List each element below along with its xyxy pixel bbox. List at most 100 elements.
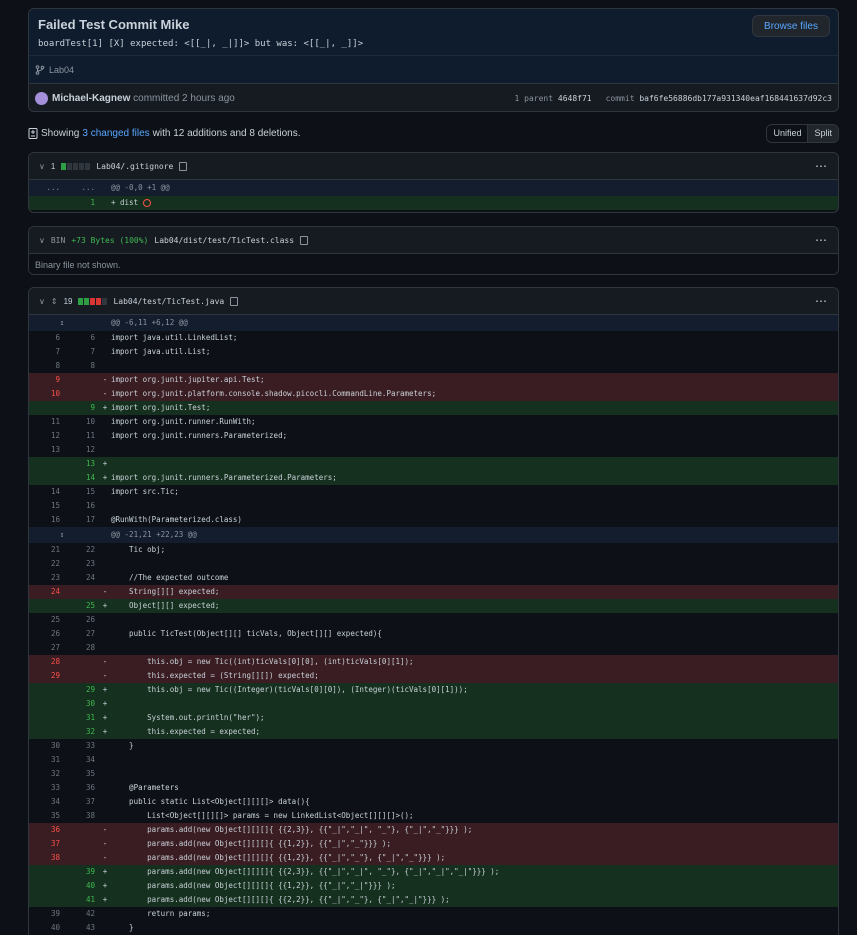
new-line-number[interactable]: 9: [64, 401, 99, 415]
new-line-number[interactable]: 10: [64, 415, 99, 429]
chevron-down-icon[interactable]: ∨: [39, 236, 45, 245]
old-line-number[interactable]: 30: [29, 739, 64, 753]
copy-icon[interactable]: [300, 235, 309, 245]
old-line-number[interactable]: 40: [29, 921, 64, 935]
new-line-number[interactable]: 17: [64, 513, 99, 527]
old-line-number[interactable]: 23: [29, 571, 64, 585]
new-line-number[interactable]: 12: [64, 443, 99, 457]
branch-name[interactable]: Lab04: [49, 65, 74, 75]
new-line-number[interactable]: [64, 823, 99, 837]
new-line-number[interactable]: 36: [64, 781, 99, 795]
old-line-number[interactable]: 33: [29, 781, 64, 795]
new-line-number[interactable]: 39: [64, 865, 99, 879]
old-line-number[interactable]: [29, 865, 64, 879]
old-line-number[interactable]: [29, 457, 64, 471]
new-line-number[interactable]: 42: [64, 907, 99, 921]
new-line-number[interactable]: 15: [64, 485, 99, 499]
split-button[interactable]: Split: [807, 124, 838, 142]
old-line-number[interactable]: 28: [29, 655, 64, 669]
avatar[interactable]: [35, 91, 48, 105]
expand-all-icon[interactable]: ⇕: [51, 297, 58, 306]
copy-icon[interactable]: [179, 161, 188, 171]
new-line-number[interactable]: 6: [64, 331, 99, 345]
new-line-number[interactable]: 7: [64, 345, 99, 359]
old-line-number[interactable]: 7: [29, 345, 64, 359]
unified-button[interactable]: Unified: [767, 124, 808, 142]
old-line-number[interactable]: 22: [29, 557, 64, 571]
changed-files-link[interactable]: 3 changed files: [82, 128, 149, 139]
old-line-number[interactable]: 27: [29, 641, 64, 655]
old-line-number[interactable]: 8: [29, 359, 64, 373]
file-name[interactable]: Lab04/.gitignore: [96, 162, 173, 171]
old-line-number[interactable]: [29, 711, 64, 725]
new-line-number[interactable]: [64, 669, 99, 683]
old-line-number[interactable]: 11: [29, 415, 64, 429]
old-line-number[interactable]: 36: [29, 823, 64, 837]
old-line-number[interactable]: 34: [29, 795, 64, 809]
old-line-number[interactable]: [29, 683, 64, 697]
old-line-number[interactable]: 6: [29, 331, 64, 345]
author-name[interactable]: Michael-Kagnew: [52, 93, 130, 104]
old-line-number[interactable]: 26: [29, 627, 64, 641]
new-line-number[interactable]: [64, 851, 99, 865]
old-line-number[interactable]: 35: [29, 809, 64, 823]
more-options-icon[interactable]: ⋯: [815, 233, 828, 247]
parent-sha[interactable]: 4648f71: [558, 94, 592, 103]
old-line-number[interactable]: [29, 471, 64, 485]
new-line-number[interactable]: 23: [64, 557, 99, 571]
new-line-number[interactable]: [64, 655, 99, 669]
browse-files-button[interactable]: Browse files: [752, 15, 830, 37]
old-line-number[interactable]: [29, 401, 64, 415]
new-line-number[interactable]: 22: [64, 543, 99, 557]
old-line-number[interactable]: [29, 697, 64, 711]
expand-both-icon[interactable]: ↕: [29, 527, 99, 543]
old-line-number[interactable]: [29, 893, 64, 907]
new-line-number[interactable]: 13: [64, 457, 99, 471]
chevron-down-icon[interactable]: ∨: [39, 297, 45, 306]
old-line-number[interactable]: 14: [29, 485, 64, 499]
expand-up-icon[interactable]: ↥: [29, 315, 99, 331]
new-line-number[interactable]: 24: [64, 571, 99, 585]
new-line-number[interactable]: 11: [64, 429, 99, 443]
old-line-number[interactable]: 37: [29, 837, 64, 851]
new-line-number[interactable]: 27: [64, 627, 99, 641]
new-line-number[interactable]: 35: [64, 767, 99, 781]
old-line-number[interactable]: 32: [29, 767, 64, 781]
new-line-number[interactable]: 33: [64, 739, 99, 753]
old-line-number[interactable]: 15: [29, 499, 64, 513]
old-line-number[interactable]: 25: [29, 613, 64, 627]
old-line-number[interactable]: 38: [29, 851, 64, 865]
file-name[interactable]: Lab04/test/TicTest.java: [113, 297, 224, 306]
old-line-number[interactable]: [29, 599, 64, 613]
new-line-number[interactable]: [64, 387, 99, 401]
new-line-number[interactable]: 16: [64, 499, 99, 513]
copy-icon[interactable]: [230, 296, 239, 306]
old-line-number[interactable]: 21: [29, 543, 64, 557]
old-line-number[interactable]: 24: [29, 585, 64, 599]
old-line-number[interactable]: 16: [29, 513, 64, 527]
new-line-number[interactable]: 29: [64, 683, 99, 697]
new-line-number[interactable]: 8: [64, 359, 99, 373]
new-line-number[interactable]: 14: [64, 471, 99, 485]
new-line-number[interactable]: [64, 837, 99, 851]
new-line-number[interactable]: 40: [64, 879, 99, 893]
new-line-number[interactable]: 41: [64, 893, 99, 907]
new-line-number[interactable]: 31: [64, 711, 99, 725]
old-line-number[interactable]: 12: [29, 429, 64, 443]
new-line-number[interactable]: 37: [64, 795, 99, 809]
chevron-down-icon[interactable]: ∨: [39, 162, 45, 171]
new-line-number[interactable]: 30: [64, 697, 99, 711]
file-name[interactable]: Lab04/dist/test/TicTest.class: [154, 236, 294, 245]
old-line-number[interactable]: [29, 725, 64, 739]
old-line-number[interactable]: 31: [29, 753, 64, 767]
old-line-number[interactable]: 39: [29, 907, 64, 921]
new-line-number[interactable]: 32: [64, 725, 99, 739]
more-options-icon[interactable]: ⋯: [815, 294, 828, 308]
new-line-number[interactable]: [64, 373, 99, 387]
new-line-number[interactable]: 34: [64, 753, 99, 767]
old-line-number[interactable]: 10: [29, 387, 64, 401]
new-line-number[interactable]: 38: [64, 809, 99, 823]
old-line-number[interactable]: 9: [29, 373, 64, 387]
old-line-number[interactable]: [29, 879, 64, 893]
old-line-number[interactable]: 13: [29, 443, 64, 457]
